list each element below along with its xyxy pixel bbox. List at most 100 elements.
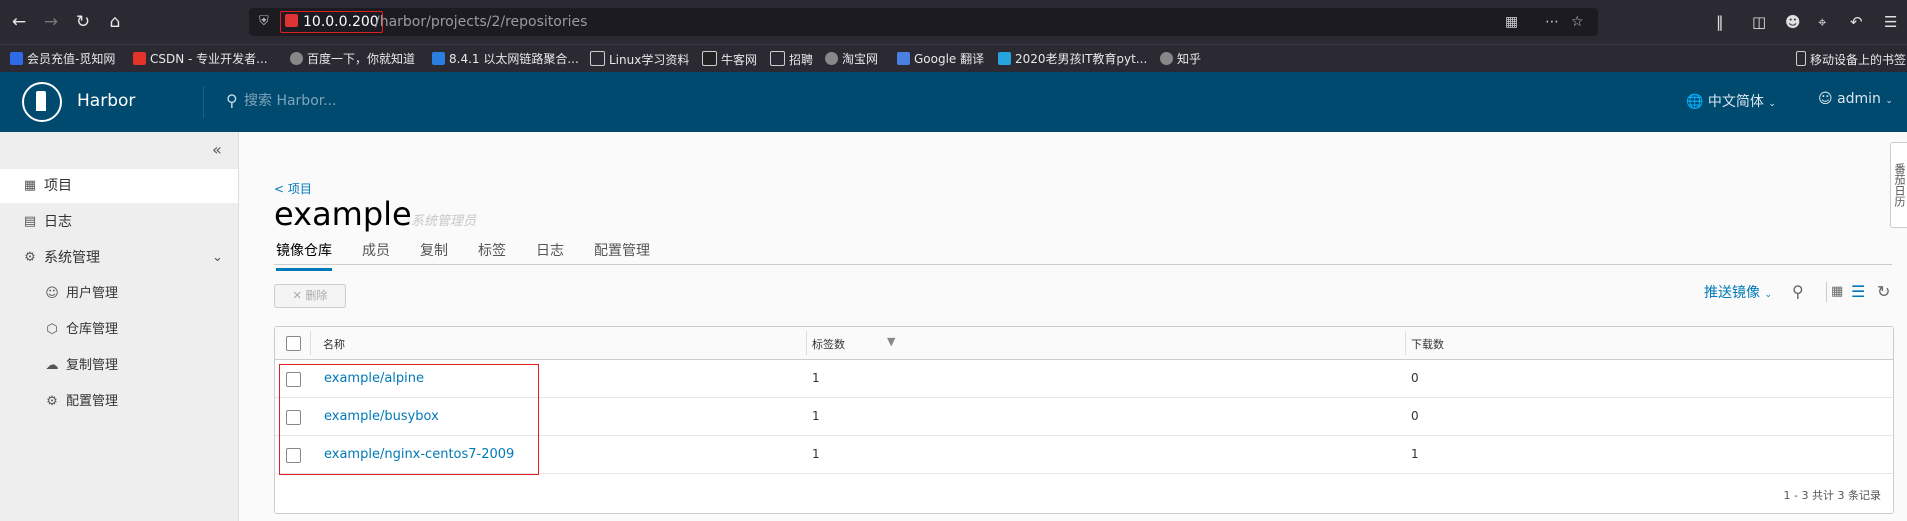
tab-members[interactable]: 成员 xyxy=(362,240,390,268)
column-divider xyxy=(310,331,311,355)
url-path[interactable]: /harbor/projects/2/repositories xyxy=(375,12,587,32)
browser-toolbar: ← → ↻ ⌂ ⛨ 10.0.0.200 /harbor/projects/2/… xyxy=(0,0,1907,44)
globe-icon: 🌐 xyxy=(1686,94,1704,110)
tab-repositories[interactable]: 镜像仓库 xyxy=(276,240,332,271)
back-arrow-icon[interactable]: ← xyxy=(8,11,30,33)
chevron-down-icon[interactable]: ⌄ xyxy=(212,241,223,275)
search-icon: ⚲ xyxy=(226,91,238,110)
replication-icon: ☁ xyxy=(45,358,59,373)
delete-button[interactable]: ✕ 删除 xyxy=(274,284,346,308)
home-icon[interactable]: ⌂ xyxy=(104,11,126,33)
table-header: 名称 ▼ 标签数 下载数 xyxy=(275,327,1893,360)
user-dropdown[interactable]: ☺ admin ⌄ xyxy=(1818,91,1893,107)
pagination-info: 1 - 3 共计 3 条记录 xyxy=(1783,489,1881,502)
delete-label: 删除 xyxy=(305,289,328,302)
tab-logs[interactable]: 日志 xyxy=(536,240,564,268)
search-input[interactable] xyxy=(244,91,464,111)
project-tabs: 镜像仓库 成员 复制 标签 日志 配置管理 xyxy=(274,232,1892,271)
bookmark-item[interactable]: 淘宝网 xyxy=(825,51,878,67)
sidebar-item-label: 项目 xyxy=(44,178,72,194)
bookmark-item[interactable]: 8.4.1 以太网链路聚合... xyxy=(432,51,579,67)
brand-name[interactable]: Harbor xyxy=(77,91,135,111)
tab-config[interactable]: 配置管理 xyxy=(594,240,650,268)
header-divider xyxy=(203,86,204,118)
users-icon: ☺ xyxy=(45,286,59,301)
address-bar[interactable]: ⛨ 10.0.0.200 /harbor/projects/2/reposito… xyxy=(249,8,1598,36)
sidebar-item-label: 复制管理 xyxy=(66,358,119,373)
menu-icon[interactable]: ☰ xyxy=(1884,12,1897,32)
forward-arrow-icon[interactable]: → xyxy=(40,11,62,33)
undo-icon[interactable]: ↶ xyxy=(1850,12,1863,32)
role-badge: 系统管理员 xyxy=(411,214,477,229)
tags-count: 1 xyxy=(812,447,820,461)
chevron-down-icon: ⌄ xyxy=(1768,99,1776,109)
sidebar-item-users[interactable]: ☺ 用户管理 xyxy=(0,277,238,311)
bookmark-item[interactable]: 招聘 xyxy=(770,51,813,68)
pulls-count: 0 xyxy=(1411,371,1419,385)
reload-icon[interactable]: ↻ xyxy=(72,11,94,33)
select-all-checkbox[interactable] xyxy=(286,336,301,351)
shield-icon[interactable]: ⛨ xyxy=(259,14,269,29)
side-widget-tab[interactable]: 番茄日历 xyxy=(1890,142,1907,228)
bookmark-item[interactable]: 牛客网 xyxy=(702,51,757,68)
search-icon[interactable]: ⚲ xyxy=(1792,282,1804,302)
tab-replication[interactable]: 复制 xyxy=(420,240,448,268)
bookmarks-bar: 会员充值-觅知网 CSDN - 专业开发者... 百度一下，你就知道 8.4.1… xyxy=(0,44,1907,73)
bookmark-star-icon[interactable]: ☆ xyxy=(1571,12,1584,32)
bookmark-item[interactable]: CSDN - 专业开发者... xyxy=(133,51,268,67)
sidebar-item-projects[interactable]: ▦ 项目 xyxy=(0,169,238,203)
harbor-logo-icon[interactable] xyxy=(22,82,62,122)
bookmark-item[interactable]: 会员充值-觅知网 xyxy=(10,51,115,67)
column-divider xyxy=(806,331,807,355)
sidebar-item-label: 日志 xyxy=(44,214,72,230)
sidebar-item-logs[interactable]: ▤ 日志 xyxy=(0,205,238,239)
sidebar-item-replication[interactable]: ☁ 复制管理 xyxy=(0,349,238,383)
column-header-pulls[interactable]: 下载数 xyxy=(1411,336,1444,352)
sidebar-icon[interactable]: ◫ xyxy=(1752,12,1766,32)
chevron-down-icon: ⌄ xyxy=(1885,96,1893,106)
bookmark-item[interactable]: Google 翻译 xyxy=(897,51,984,67)
sidebar-item-label: 系统管理 xyxy=(44,250,100,266)
column-header-tags[interactable]: 标签数 xyxy=(812,336,845,352)
registry-icon: ⬡ xyxy=(46,322,58,337)
user-label: admin xyxy=(1837,91,1881,107)
logs-icon: ▤ xyxy=(23,214,37,229)
tags-count: 1 xyxy=(812,371,820,385)
bookmark-item[interactable]: 2020老男孩IT教育pyt... xyxy=(998,51,1147,67)
page-title: example xyxy=(274,195,412,233)
refresh-icon[interactable]: ↻ xyxy=(1877,282,1890,302)
main-content: < 项目 example 系统管理员 镜像仓库 成员 复制 标签 日志 配置管理… xyxy=(239,132,1907,521)
pulls-count: 0 xyxy=(1411,409,1419,423)
qr-code-icon[interactable]: ▦ xyxy=(1505,12,1518,32)
sidebar-item-admin[interactable]: ⚙ 系统管理 ⌄ xyxy=(0,241,238,275)
sidebar-item-registries[interactable]: ⬡ 仓库管理 xyxy=(0,313,238,347)
bookmark-item[interactable]: 知乎 xyxy=(1160,51,1201,67)
column-divider xyxy=(1405,331,1406,355)
tab-labels[interactable]: 标签 xyxy=(478,240,506,268)
toolbar-divider xyxy=(1826,282,1827,302)
bookmark-item[interactable]: Linux学习资料 xyxy=(590,51,689,68)
user-icon: ☺ xyxy=(1818,91,1833,107)
crop-icon[interactable]: ⌖ xyxy=(1818,12,1826,32)
insecure-lock-icon[interactable] xyxy=(285,14,298,27)
bookmark-item[interactable]: 百度一下，你就知道 xyxy=(290,51,415,67)
filter-icon[interactable]: ▼ xyxy=(887,335,895,348)
config-icon: ⚙ xyxy=(46,394,58,409)
chevron-down-icon: ⌄ xyxy=(1764,290,1772,300)
language-dropdown[interactable]: 🌐 中文简体 ⌄ xyxy=(1686,91,1776,111)
card-view-icon[interactable]: ▦ xyxy=(1831,282,1843,302)
column-header-name[interactable]: 名称 xyxy=(323,336,345,352)
close-icon: ✕ xyxy=(292,289,302,302)
tags-count: 1 xyxy=(812,409,820,423)
mobile-bookmarks[interactable]: 移动设备上的书签 xyxy=(1796,51,1906,68)
repositories-table: 名称 ▼ 标签数 下载数 example/alpine 1 0 example/… xyxy=(274,326,1894,514)
push-image-button[interactable]: 推送镜像 ⌄ xyxy=(1704,282,1772,302)
sidebar-item-label: 用户管理 xyxy=(66,286,119,301)
account-icon[interactable]: ☻ xyxy=(1785,12,1801,32)
projects-icon: ▦ xyxy=(23,178,37,193)
list-view-icon[interactable]: ☰ xyxy=(1851,282,1865,302)
sidebar-item-config[interactable]: ⚙ 配置管理 xyxy=(0,385,238,419)
more-icon[interactable]: ⋯ xyxy=(1545,12,1559,32)
collapse-sidebar-icon[interactable]: « xyxy=(212,140,222,159)
library-icon[interactable]: ‖ xyxy=(1716,12,1724,32)
